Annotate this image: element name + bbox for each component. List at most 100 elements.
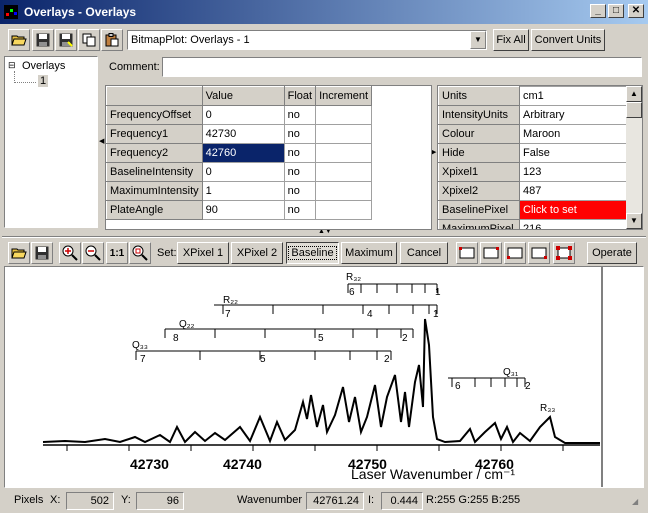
convert-units-button[interactable]: Convert Units xyxy=(531,29,605,51)
property-name[interactable]: MaximumPixel xyxy=(438,219,520,229)
property-name[interactable]: Xpixel2 xyxy=(438,181,520,201)
increment-cell[interactable] xyxy=(315,105,373,125)
paste-icon[interactable] xyxy=(101,29,123,51)
float-cell[interactable]: no xyxy=(283,162,317,182)
increment-cell[interactable] xyxy=(315,181,373,201)
float-column-header[interactable]: Float xyxy=(283,86,317,106)
zoom-out-icon[interactable] xyxy=(82,242,104,264)
tree-root[interactable]: Overlays xyxy=(22,60,65,72)
scroll-thumb[interactable] xyxy=(626,102,642,118)
overlay-shape-4-icon[interactable] xyxy=(528,242,550,264)
table-row[interactable]: Frequency2 42760 no xyxy=(106,143,373,163)
property-value[interactable]: Click to set xyxy=(519,200,627,220)
zoom-1to1-button[interactable]: 1:1 xyxy=(106,242,128,264)
maximize-button[interactable]: □ xyxy=(608,4,624,18)
row-name[interactable]: Frequency1 xyxy=(106,124,203,144)
row-name[interactable]: PlateAngle xyxy=(106,200,203,220)
maximum-button[interactable]: Maximum xyxy=(341,242,397,264)
baseline-button[interactable]: Baseline xyxy=(286,242,339,264)
save-icon[interactable] xyxy=(31,242,53,264)
table-row[interactable]: BaselinePixel Click to set xyxy=(438,200,627,220)
value-cell[interactable]: 1 xyxy=(201,181,285,201)
row-name[interactable]: BaselineIntensity xyxy=(106,162,203,182)
overlay-shape-5-icon[interactable] xyxy=(553,242,575,264)
properties-grid[interactable]: Units cm1 IntensityUnits Arbitrary Colour Mar… xyxy=(437,85,643,230)
save-as-icon[interactable] xyxy=(55,29,77,51)
increment-cell[interactable] xyxy=(315,124,373,144)
property-name[interactable]: IntensityUnits xyxy=(438,105,520,125)
property-name[interactable]: Xpixel1 xyxy=(438,162,520,182)
property-name[interactable]: Colour xyxy=(438,124,520,144)
minimize-button[interactable]: _ xyxy=(590,4,606,18)
table-row[interactable]: FrequencyOffset 0 no xyxy=(106,105,373,125)
overlay-shape-1-icon[interactable] xyxy=(456,242,478,264)
bitmap-plot-area[interactable]: 42730 42740 42750 42760 Laser Wavenumber… xyxy=(4,266,644,488)
table-row[interactable]: Xpixel2 487 xyxy=(438,181,627,201)
float-cell[interactable]: no xyxy=(283,181,317,201)
table-row[interactable]: Xpixel1 123 xyxy=(438,162,627,182)
property-value[interactable]: 216 xyxy=(519,219,627,229)
table-row[interactable]: PlateAngle 90 no xyxy=(106,200,373,220)
comment-field[interactable] xyxy=(162,57,642,77)
cancel-button[interactable]: Cancel xyxy=(400,242,448,264)
close-button[interactable]: ✕ xyxy=(628,4,644,18)
save-icon[interactable] xyxy=(32,29,54,51)
overlay-parameter-grid[interactable]: Value Float Increment FrequencyOffset 0 no… xyxy=(105,85,432,230)
fix-all-button[interactable]: Fix All xyxy=(493,29,529,51)
row-name[interactable]: Frequency2 xyxy=(106,143,203,163)
property-name[interactable]: Units xyxy=(438,86,520,106)
overlay-shape-2-icon[interactable] xyxy=(480,242,502,264)
table-row[interactable]: Frequency1 42730 no xyxy=(106,124,373,144)
table-row[interactable]: Hide False xyxy=(438,143,627,163)
zoom-in-icon[interactable] xyxy=(59,242,81,264)
row-name[interactable]: MaximumIntensity xyxy=(106,181,203,201)
xpixel2-button[interactable]: XPixel 2 xyxy=(231,242,283,264)
tree-item-1[interactable]: 1 xyxy=(38,75,49,87)
plot-select[interactable]: BitmapPlot: Overlays - 1 ▼ xyxy=(127,30,487,50)
zoom-fit-icon[interactable] xyxy=(129,242,151,264)
tree-collapse-icon[interactable]: ⊟ xyxy=(8,60,16,71)
increment-cell[interactable] xyxy=(315,143,373,163)
property-value[interactable]: 123 xyxy=(519,162,627,182)
table-row[interactable]: MaximumIntensity 1 no xyxy=(106,181,373,201)
increment-column-header[interactable]: Increment xyxy=(315,86,373,106)
operate-button[interactable]: Operate xyxy=(587,242,637,264)
property-name[interactable]: Hide xyxy=(438,143,520,163)
chevron-down-icon[interactable]: ▼ xyxy=(470,31,486,49)
properties-scrollbar[interactable]: ▲ ▼ xyxy=(626,86,642,229)
xpixel1-button[interactable]: XPixel 1 xyxy=(177,242,229,264)
value-cell[interactable]: 0 xyxy=(201,162,285,182)
splitter-arrow-icon[interactable]: ◀ xyxy=(99,137,104,145)
property-value[interactable]: False xyxy=(519,143,627,163)
row-name[interactable]: FrequencyOffset xyxy=(106,105,203,125)
copy-icon[interactable] xyxy=(78,29,100,51)
table-row[interactable]: IntensityUnits Arbitrary xyxy=(438,105,627,125)
spectrum-bitmap[interactable]: 42730 42740 42750 42760 Laser Wavenumber… xyxy=(5,267,643,487)
property-name[interactable]: BaselinePixel xyxy=(438,200,520,220)
value-cell[interactable]: 42730 xyxy=(201,124,285,144)
table-row[interactable]: BaselineIntensity 0 no xyxy=(106,162,373,182)
overlay-shape-3-icon[interactable] xyxy=(504,242,526,264)
value-cell[interactable]: 90 xyxy=(201,200,285,220)
property-value[interactable]: Arbitrary xyxy=(519,105,627,125)
property-value[interactable]: Maroon xyxy=(519,124,627,144)
increment-cell[interactable] xyxy=(315,162,373,182)
value-column-header[interactable]: Value xyxy=(201,86,285,106)
overlay-tree[interactable]: ⊟ Overlays 1 xyxy=(4,56,98,228)
value-cell[interactable]: 42760 xyxy=(201,143,285,163)
open-icon[interactable] xyxy=(8,242,30,264)
scroll-down-icon[interactable]: ▼ xyxy=(626,213,642,229)
property-value[interactable]: 487 xyxy=(519,181,627,201)
open-icon[interactable] xyxy=(8,29,30,51)
table-row[interactable]: MaximumPixel 216 xyxy=(438,219,627,229)
float-cell[interactable]: no xyxy=(283,105,317,125)
float-cell[interactable]: no xyxy=(283,200,317,220)
table-row[interactable]: Colour Maroon xyxy=(438,124,627,144)
property-value[interactable]: cm1 xyxy=(519,86,627,106)
float-cell[interactable]: no xyxy=(283,143,317,163)
table-row[interactable]: Units cm1 xyxy=(438,86,627,106)
resize-grip-icon[interactable]: ◢ xyxy=(632,498,644,510)
value-cell[interactable]: 0 xyxy=(201,105,285,125)
scroll-up-icon[interactable]: ▲ xyxy=(626,86,642,102)
float-cell[interactable]: no xyxy=(283,124,317,144)
